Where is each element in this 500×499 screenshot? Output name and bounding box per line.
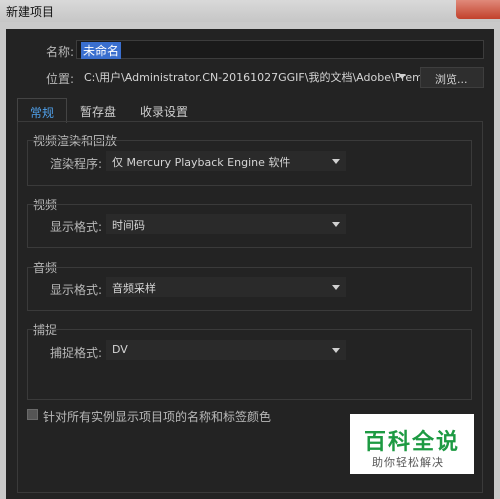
browse-label: 浏览... bbox=[435, 73, 468, 86]
video-format-dropdown[interactable]: 时间码 bbox=[106, 214, 346, 234]
chevron-down-icon bbox=[332, 348, 340, 353]
watermark-title: 百科全说 bbox=[364, 430, 461, 455]
title-bar: 新建项目 bbox=[0, 0, 500, 22]
renderer-dropdown[interactable]: 仅 Mercury Playback Engine 软件 bbox=[106, 151, 346, 171]
close-button[interactable] bbox=[456, 0, 500, 19]
chevron-down-icon bbox=[398, 74, 406, 79]
audio-field-label: 显示格式: bbox=[50, 283, 103, 297]
location-select[interactable]: C:\用户\Administrator.CN-20161027GGIF\我的文档… bbox=[76, 67, 423, 87]
video-field-label: 显示格式: bbox=[50, 220, 103, 234]
chevron-down-icon bbox=[332, 222, 340, 227]
tab-bar: 常规 暂存盘 收录设置 bbox=[17, 98, 483, 123]
tab-general-label: 常规 bbox=[30, 106, 55, 120]
audio-format-value: 音频采样 bbox=[112, 282, 156, 295]
audio-format-dropdown[interactable]: 音频采样 bbox=[106, 277, 346, 297]
capture-format-value: DV bbox=[112, 343, 128, 356]
renderer-dropdown-value: 仅 Mercury Playback Engine 软件 bbox=[112, 156, 291, 169]
tab-ingest-settings[interactable]: 收录设置 bbox=[133, 98, 205, 122]
name-input-value: 未命名 bbox=[81, 42, 122, 59]
capture-format-dropdown[interactable]: DV bbox=[106, 340, 346, 360]
tab-general[interactable]: 常规 bbox=[17, 98, 67, 123]
browse-button[interactable]: 浏览... bbox=[420, 67, 484, 88]
window-title: 新建项目 bbox=[6, 5, 55, 19]
watermark-subtitle: 助你轻松解决 bbox=[372, 456, 444, 469]
location-label: 位置: bbox=[46, 72, 75, 86]
show-labels-checkbox-label[interactable]: 针对所有实例显示项目项的名称和标签颜色 bbox=[43, 408, 271, 425]
show-labels-checkbox[interactable] bbox=[27, 409, 38, 420]
location-value: C:\用户\Administrator.CN-20161027GGIF\我的文档… bbox=[84, 71, 423, 84]
capture-field-label: 捕捉格式: bbox=[50, 346, 103, 360]
render-field-label: 渲染程序: bbox=[50, 157, 103, 171]
tab-ingest-settings-label: 收录设置 bbox=[140, 105, 189, 119]
watermark-logo: 百科全说 助你轻松解决 bbox=[350, 414, 474, 474]
tab-scratch-disks[interactable]: 暂存盘 bbox=[73, 98, 133, 122]
video-format-value: 时间码 bbox=[112, 219, 145, 232]
tab-scratch-disks-label: 暂存盘 bbox=[80, 105, 117, 119]
chevron-down-icon bbox=[332, 159, 340, 164]
name-input[interactable]: 未命名 bbox=[76, 40, 484, 59]
name-label: 名称: bbox=[46, 45, 75, 59]
chevron-down-icon bbox=[332, 285, 340, 290]
